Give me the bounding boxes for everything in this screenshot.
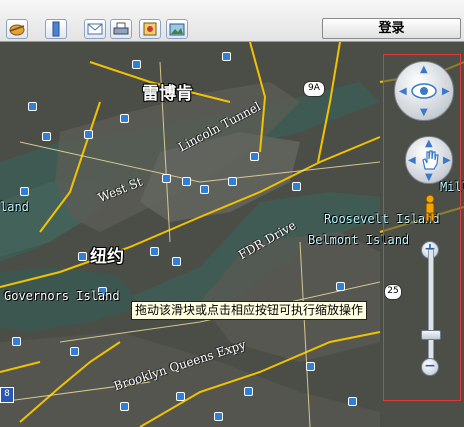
save-image-icon[interactable] (139, 19, 161, 39)
poi-marker[interactable] (250, 152, 259, 161)
poi-marker[interactable] (120, 114, 129, 123)
zoom-out-button[interactable]: − (421, 358, 439, 376)
map-label-left-island: land (0, 200, 29, 214)
pan-up-icon[interactable]: ▲ (420, 65, 428, 75)
tilt-left-icon[interactable]: ◀ (408, 156, 416, 166)
zoom-slider-handle[interactable] (421, 330, 441, 340)
poi-marker[interactable] (306, 362, 315, 371)
poi-marker[interactable] (132, 60, 141, 69)
poi-marker[interactable] (150, 247, 159, 256)
poi-marker[interactable] (228, 177, 237, 186)
poi-marker[interactable] (78, 252, 87, 261)
route-shield-interstate: 8 (0, 387, 14, 403)
poi-marker[interactable] (336, 282, 345, 291)
pan-left-icon[interactable]: ◀ (399, 87, 407, 97)
print-icon[interactable] (110, 19, 132, 39)
poi-marker[interactable] (120, 402, 129, 411)
tilt-down-icon[interactable]: ▼ (425, 173, 433, 183)
poi-marker[interactable] (20, 187, 29, 196)
navigation-control[interactable]: ▲ ▼ ◀ ▶ (394, 61, 454, 121)
hand-icon[interactable] (420, 149, 440, 171)
pegman-icon[interactable] (423, 194, 437, 222)
route-shield-9a: 9A (303, 81, 325, 97)
poi-marker[interactable] (70, 347, 79, 356)
poi-marker[interactable] (12, 337, 21, 346)
poi-marker[interactable] (42, 132, 51, 141)
poi-marker[interactable] (28, 102, 37, 111)
poi-marker[interactable] (348, 397, 357, 406)
pan-right-icon[interactable]: ▶ (442, 87, 450, 97)
poi-marker[interactable] (176, 392, 185, 401)
zoom-tooltip: 拖动该滑块或点击相应按钮可执行缩放操作 (131, 301, 368, 320)
tilt-right-icon[interactable]: ▶ (443, 156, 451, 166)
eye-icon[interactable] (411, 82, 437, 100)
poi-marker[interactable] (200, 185, 209, 194)
map-label-harlem: 雷博肯 (142, 84, 193, 104)
poi-marker[interactable] (162, 174, 171, 183)
poi-marker[interactable] (244, 387, 253, 396)
mail-icon[interactable] (84, 19, 106, 39)
toolbar: 登录 (0, 0, 464, 42)
satellite-map[interactable]: 雷博肯 纽约 Governors Island Roosevelt Island… (0, 42, 464, 427)
globe-icon[interactable] (6, 19, 28, 39)
poi-marker[interactable] (182, 177, 191, 186)
poi-marker[interactable] (172, 257, 181, 266)
map-label-newyork: 纽约 (90, 247, 124, 267)
map-label-governors-island: Governors Island (4, 289, 120, 303)
ruler-icon[interactable] (45, 19, 67, 39)
login-button[interactable]: 登录 (322, 18, 461, 39)
tilt-up-icon[interactable]: ▲ (425, 139, 433, 149)
poi-marker[interactable] (292, 182, 301, 191)
zoom-slider-track[interactable] (428, 249, 434, 367)
poi-marker[interactable] (84, 130, 93, 139)
pan-down-icon[interactable]: ▼ (420, 108, 428, 118)
tilt-control[interactable]: ▲ ▼ ◀ ▶ (405, 136, 453, 184)
photo-icon[interactable] (166, 19, 188, 39)
poi-marker[interactable] (214, 412, 223, 421)
poi-marker[interactable] (222, 52, 231, 61)
